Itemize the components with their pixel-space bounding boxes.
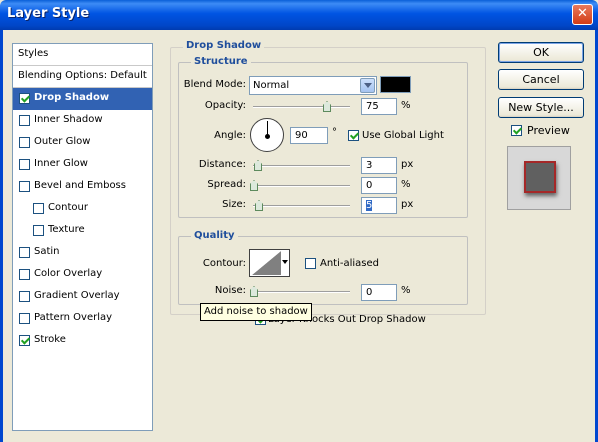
- preview-thumbnail: [507, 146, 571, 210]
- quality-title: Quality: [191, 230, 238, 241]
- contour-checkbox[interactable]: [33, 203, 44, 214]
- style-item-drop-shadow[interactable]: Drop Shadow: [13, 88, 152, 110]
- distance-input[interactable]: 3: [361, 157, 397, 174]
- size-input[interactable]: 5: [361, 197, 397, 214]
- opacity-slider[interactable]: [253, 106, 350, 108]
- angle-input[interactable]: 90: [290, 127, 328, 144]
- style-item-stroke[interactable]: Stroke: [13, 330, 152, 352]
- style-item-label: Gradient Overlay: [34, 290, 120, 301]
- opacity-unit: %: [401, 100, 411, 111]
- angle-dial[interactable]: [250, 118, 284, 152]
- styles-header-label: Styles: [18, 48, 49, 59]
- angle-dial-center: [265, 134, 270, 139]
- noise-input[interactable]: 0: [361, 284, 397, 301]
- title-bar: Layer Style ✕: [0, 0, 598, 30]
- size-slider[interactable]: [253, 205, 350, 207]
- style-item-label: Drop Shadow: [34, 92, 110, 103]
- opacity-label: Opacity:: [204, 100, 246, 111]
- cancel-button[interactable]: Cancel: [498, 69, 584, 90]
- style-item-bevel-emboss[interactable]: Bevel and Emboss: [13, 176, 152, 198]
- spread-input[interactable]: 0: [361, 177, 397, 194]
- distance-unit: px: [401, 159, 414, 170]
- outer-glow-checkbox[interactable]: [19, 137, 30, 148]
- ok-button[interactable]: OK: [498, 42, 584, 63]
- contour-label: Contour:: [202, 258, 246, 269]
- structure-title: Structure: [191, 56, 251, 67]
- styles-list: Styles Blending Options: Default Drop Sh…: [12, 43, 153, 431]
- pattern-overlay-checkbox[interactable]: [19, 313, 30, 324]
- opacity-input[interactable]: 75: [361, 98, 397, 115]
- style-item-pattern-overlay[interactable]: Pattern Overlay: [13, 308, 152, 330]
- noise-tooltip: Add noise to shadow: [200, 303, 312, 321]
- noise-unit: %: [401, 285, 411, 296]
- style-item-contour[interactable]: Contour: [13, 198, 152, 220]
- style-item-label: Contour: [48, 202, 88, 213]
- angle-label: Angle:: [214, 130, 246, 141]
- style-item-label: Color Overlay: [34, 268, 103, 279]
- preview-swatch: [524, 161, 556, 193]
- size-value: 5: [366, 200, 373, 211]
- close-icon[interactable]: ✕: [572, 4, 593, 25]
- preview-label: Preview: [527, 124, 570, 137]
- style-item-satin[interactable]: Satin: [13, 242, 152, 264]
- anti-aliased-label: Anti-aliased: [320, 258, 380, 269]
- chevron-down-icon[interactable]: [282, 260, 288, 264]
- noise-label: Noise:: [214, 285, 246, 296]
- style-item-label: Inner Shadow: [34, 114, 103, 125]
- contour-preview-icon: [252, 251, 281, 275]
- style-item-label: Blending Options: Default: [18, 70, 147, 81]
- inner-shadow-checkbox[interactable]: [19, 115, 30, 126]
- noise-slider[interactable]: [253, 291, 350, 293]
- angle-unit: °: [332, 127, 337, 138]
- blend-mode-label: Blend Mode:: [183, 79, 246, 90]
- spread-slider[interactable]: [253, 185, 350, 187]
- style-item-inner-shadow[interactable]: Inner Shadow: [13, 110, 152, 132]
- size-unit: px: [401, 199, 414, 210]
- window-title: Layer Style: [7, 6, 90, 21]
- style-item-label: Bevel and Emboss: [34, 180, 126, 191]
- styles-header[interactable]: Styles: [13, 44, 152, 66]
- drop-shadow-title: Drop Shadow: [183, 40, 265, 51]
- spread-label: Spread:: [207, 179, 246, 190]
- style-item-label: Pattern Overlay: [34, 312, 113, 323]
- bevel-emboss-checkbox[interactable]: [19, 181, 30, 192]
- new-style-button[interactable]: New Style...: [498, 97, 584, 118]
- satin-checkbox[interactable]: [19, 247, 30, 258]
- chevron-down-icon[interactable]: [360, 78, 375, 93]
- distance-slider[interactable]: [253, 165, 350, 167]
- style-item-color-overlay[interactable]: Color Overlay: [13, 264, 152, 286]
- distance-label: Distance:: [198, 159, 246, 170]
- blend-mode-select[interactable]: Normal: [249, 76, 377, 95]
- contour-picker[interactable]: [249, 249, 290, 277]
- size-label: Size:: [222, 199, 246, 210]
- preview-checkbox[interactable]: [511, 125, 522, 136]
- anti-aliased-checkbox[interactable]: [305, 258, 316, 269]
- style-item-label: Outer Glow: [34, 136, 91, 147]
- blend-mode-value: Normal: [253, 80, 290, 91]
- style-item-label: Texture: [48, 224, 85, 235]
- drop-shadow-checkbox[interactable]: [19, 93, 30, 104]
- style-item-label: Inner Glow: [34, 158, 88, 169]
- use-global-light-checkbox[interactable]: [348, 130, 359, 141]
- shadow-color-swatch[interactable]: [380, 76, 411, 93]
- style-item-label: Stroke: [34, 334, 66, 345]
- style-item-gradient-overlay[interactable]: Gradient Overlay: [13, 286, 152, 308]
- style-item-label: Satin: [34, 246, 60, 257]
- color-overlay-checkbox[interactable]: [19, 269, 30, 280]
- stroke-checkbox[interactable]: [19, 335, 30, 346]
- use-global-light-label: Use Global Light: [362, 130, 444, 141]
- style-item-outer-glow[interactable]: Outer Glow: [13, 132, 152, 154]
- style-item-texture[interactable]: Texture: [13, 220, 152, 242]
- window-frame-left: [0, 30, 3, 442]
- style-item-blending-options[interactable]: Blending Options: Default: [13, 66, 152, 88]
- spread-unit: %: [401, 179, 411, 190]
- style-item-inner-glow[interactable]: Inner Glow: [13, 154, 152, 176]
- texture-checkbox[interactable]: [33, 225, 44, 236]
- gradient-overlay-checkbox[interactable]: [19, 291, 30, 302]
- inner-glow-checkbox[interactable]: [19, 159, 30, 170]
